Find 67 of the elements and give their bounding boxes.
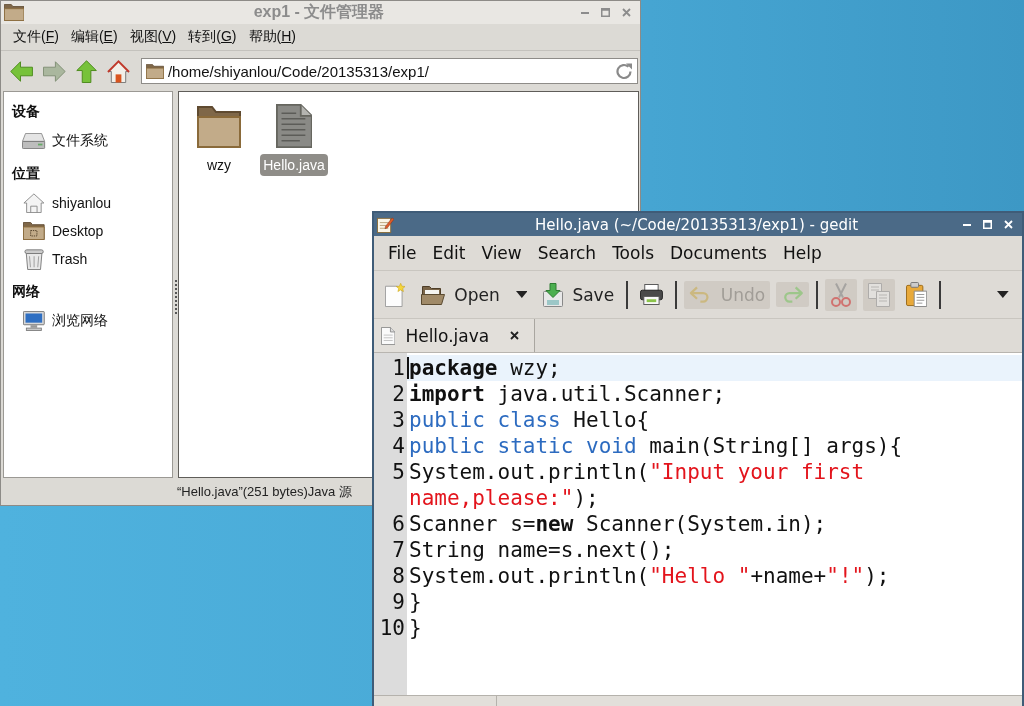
line-number: 7 bbox=[391, 537, 406, 563]
trash-can-icon[interactable] bbox=[23, 248, 45, 270]
code-line: String name=s.next(); bbox=[409, 537, 676, 563]
sidebar-heading: 位置 bbox=[12, 164, 40, 183]
code-line: } bbox=[409, 615, 423, 641]
hard-drive-icon[interactable] bbox=[22, 133, 46, 149]
line-number: 8 bbox=[391, 563, 406, 589]
computer-icon[interactable] bbox=[23, 311, 45, 331]
sidebar-heading: 设备 bbox=[12, 102, 40, 121]
folder-icon bbox=[145, 63, 164, 79]
menu-item[interactable]: 视图(V) bbox=[123, 26, 183, 48]
folder-icon[interactable] bbox=[197, 106, 241, 148]
line-number: 5 bbox=[391, 459, 406, 486]
line-number: 10 bbox=[378, 615, 406, 641]
folder-icon[interactable] bbox=[421, 284, 446, 305]
save-icon[interactable] bbox=[543, 282, 564, 307]
folder-icon[interactable] bbox=[23, 222, 45, 240]
window-title: Hello.java (~/Code/20135313/exp1) - gedit bbox=[534, 215, 859, 234]
resize-handle[interactable] bbox=[174, 279, 177, 314]
menu-item[interactable]: File bbox=[380, 241, 425, 265]
code-line: } bbox=[409, 589, 423, 615]
line-number: 2 bbox=[391, 381, 406, 407]
open-button[interactable]: Open bbox=[416, 280, 505, 309]
menu-item[interactable]: Documents bbox=[662, 241, 775, 265]
document-tab[interactable]: Hello.java bbox=[374, 319, 536, 352]
document-icon[interactable] bbox=[275, 104, 313, 148]
sidebar-item[interactable]: Desktop bbox=[12, 217, 164, 245]
menu-item[interactable]: 帮助(H) bbox=[242, 26, 302, 48]
code-line: import java.util.Scanner; bbox=[409, 381, 727, 407]
menu-item[interactable]: Edit bbox=[424, 241, 474, 265]
document-icon bbox=[381, 326, 396, 345]
line-number: 9 bbox=[391, 589, 406, 615]
code-line: public static void main(String[] args){ bbox=[409, 433, 904, 459]
code-line: public class Hello{ bbox=[409, 407, 651, 433]
notepad-icon bbox=[377, 216, 394, 233]
menu-item[interactable]: Help bbox=[774, 241, 830, 265]
line-number: 6 bbox=[391, 511, 406, 537]
sidebar-item[interactable]: Trash bbox=[12, 245, 164, 273]
code-editor[interactable] bbox=[374, 353, 1022, 695]
menu-item[interactable]: View bbox=[473, 241, 530, 265]
line-number: 1 bbox=[391, 355, 406, 381]
code-line: System.out.println("Hello "+name+"!"); bbox=[409, 563, 891, 589]
house-icon[interactable] bbox=[23, 193, 45, 213]
window-title: exp1 - 文件管理器 bbox=[253, 2, 385, 22]
sidebar-item[interactable]: 文件系统 bbox=[12, 127, 164, 155]
sidebar-item[interactable]: shiyanlou bbox=[12, 189, 164, 217]
menu-item[interactable]: Search bbox=[529, 241, 605, 265]
code-line: System.out.println("Input your first name,please:"); bbox=[409, 459, 866, 511]
location-field[interactable]: /home/shiyanlou/Code/20135313/exp1/ bbox=[140, 58, 638, 84]
caret-icon[interactable] bbox=[997, 291, 1009, 298]
sidebar-item[interactable]: 浏览网络 bbox=[12, 307, 164, 335]
save-button[interactable]: Save bbox=[538, 278, 620, 311]
menu-item[interactable]: 编辑(E) bbox=[64, 26, 124, 48]
file-name-label[interactable]: wzy bbox=[203, 154, 235, 176]
line-number: 4 bbox=[391, 433, 406, 459]
caret-icon[interactable] bbox=[515, 291, 528, 298]
reload-icon[interactable] bbox=[616, 62, 633, 80]
code-line: Scanner s=new Scanner(System.in); bbox=[409, 511, 828, 537]
sidebar-heading: 网络 bbox=[12, 282, 40, 301]
status-text: “Hello.java”(251 bytes)Java 源 bbox=[177, 482, 352, 501]
minimize-icon[interactable] bbox=[963, 223, 971, 226]
menu-item[interactable]: Tools bbox=[604, 241, 662, 265]
menu-item[interactable]: 文件(F) bbox=[7, 26, 65, 48]
menu-item[interactable]: 转到(G) bbox=[182, 26, 243, 48]
folder-icon bbox=[4, 4, 25, 21]
printer-icon[interactable] bbox=[640, 284, 663, 305]
line-number: 3 bbox=[391, 407, 406, 433]
